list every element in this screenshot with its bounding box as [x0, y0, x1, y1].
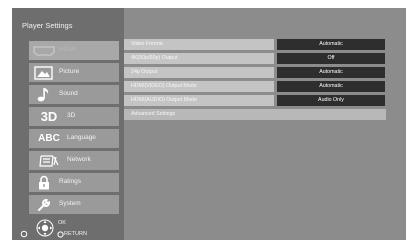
language-icon: ABC [38, 133, 60, 144]
nav-item-language[interactable]: ABC Language [29, 129, 119, 148]
dpad-icon [36, 219, 54, 237]
sound-icon [33, 87, 55, 102]
setting-value-4k-output[interactable]: Off [277, 53, 385, 64]
lock-icon [33, 175, 55, 190]
ok-label: OK [58, 220, 66, 226]
nav-item-label: System [59, 200, 81, 207]
nav-item-network[interactable]: Network [29, 151, 119, 170]
nav-item-label: Picture [59, 68, 80, 75]
return-label: RETURN [64, 231, 87, 237]
return-circle-icon [57, 231, 64, 238]
picture-icon [33, 65, 55, 80]
nav-item-label: Network [67, 156, 91, 163]
network-icon [33, 153, 65, 168]
setting-label-24p-output[interactable]: 24p Output [124, 67, 274, 78]
setting-value-hdmi-audio-mode[interactable]: Audio Only [277, 95, 385, 106]
nav-item-3d[interactable]: 3D 3D [29, 107, 119, 126]
option-circle-icon [20, 230, 28, 238]
nav-item-label: Sound [59, 90, 78, 97]
3d-icon: 3D [40, 109, 58, 124]
setting-label-video-format[interactable]: Video Format [124, 39, 274, 50]
nav-item-system[interactable]: System [29, 195, 119, 214]
page-title: Player Settings [22, 21, 73, 30]
wrench-icon [33, 197, 55, 212]
setting-label-4k-output[interactable]: 4K(50p/60p) Output [124, 53, 274, 64]
nav-item-hdmi[interactable]: HDMI [29, 41, 119, 60]
advanced-settings-item[interactable]: Advanced Settings [124, 109, 386, 120]
nav-item-label: Ratings [59, 178, 82, 185]
setting-value-24p-output[interactable]: Automatic [277, 67, 385, 78]
nav-item-sound[interactable]: Sound [29, 85, 119, 104]
remote-controls-hint: OK RETURN [20, 218, 122, 240]
nav-item-label: Language [67, 134, 96, 141]
setting-value-video-format[interactable]: Automatic [277, 39, 385, 50]
nav-item-ratings[interactable]: Ratings [29, 173, 119, 192]
nav-item-picture[interactable]: Picture [29, 63, 119, 82]
player-settings-screen: Player Settings HDMI Picture Sound 3D 3D… [12, 8, 406, 240]
setting-value-hdmi-video-mode[interactable]: Automatic [277, 81, 385, 92]
setting-label-hdmi-audio-mode[interactable]: HDMI(AUDIO) Output Mode [124, 95, 274, 106]
hdmi-icon [33, 43, 55, 58]
setting-label-hdmi-video-mode[interactable]: HDMI(VIDEO) Output Mode [124, 81, 274, 92]
nav-item-label: 3D [67, 112, 76, 119]
nav-item-label: HDMI [59, 46, 76, 53]
sidebar: Player Settings HDMI Picture Sound 3D 3D… [12, 8, 124, 240]
